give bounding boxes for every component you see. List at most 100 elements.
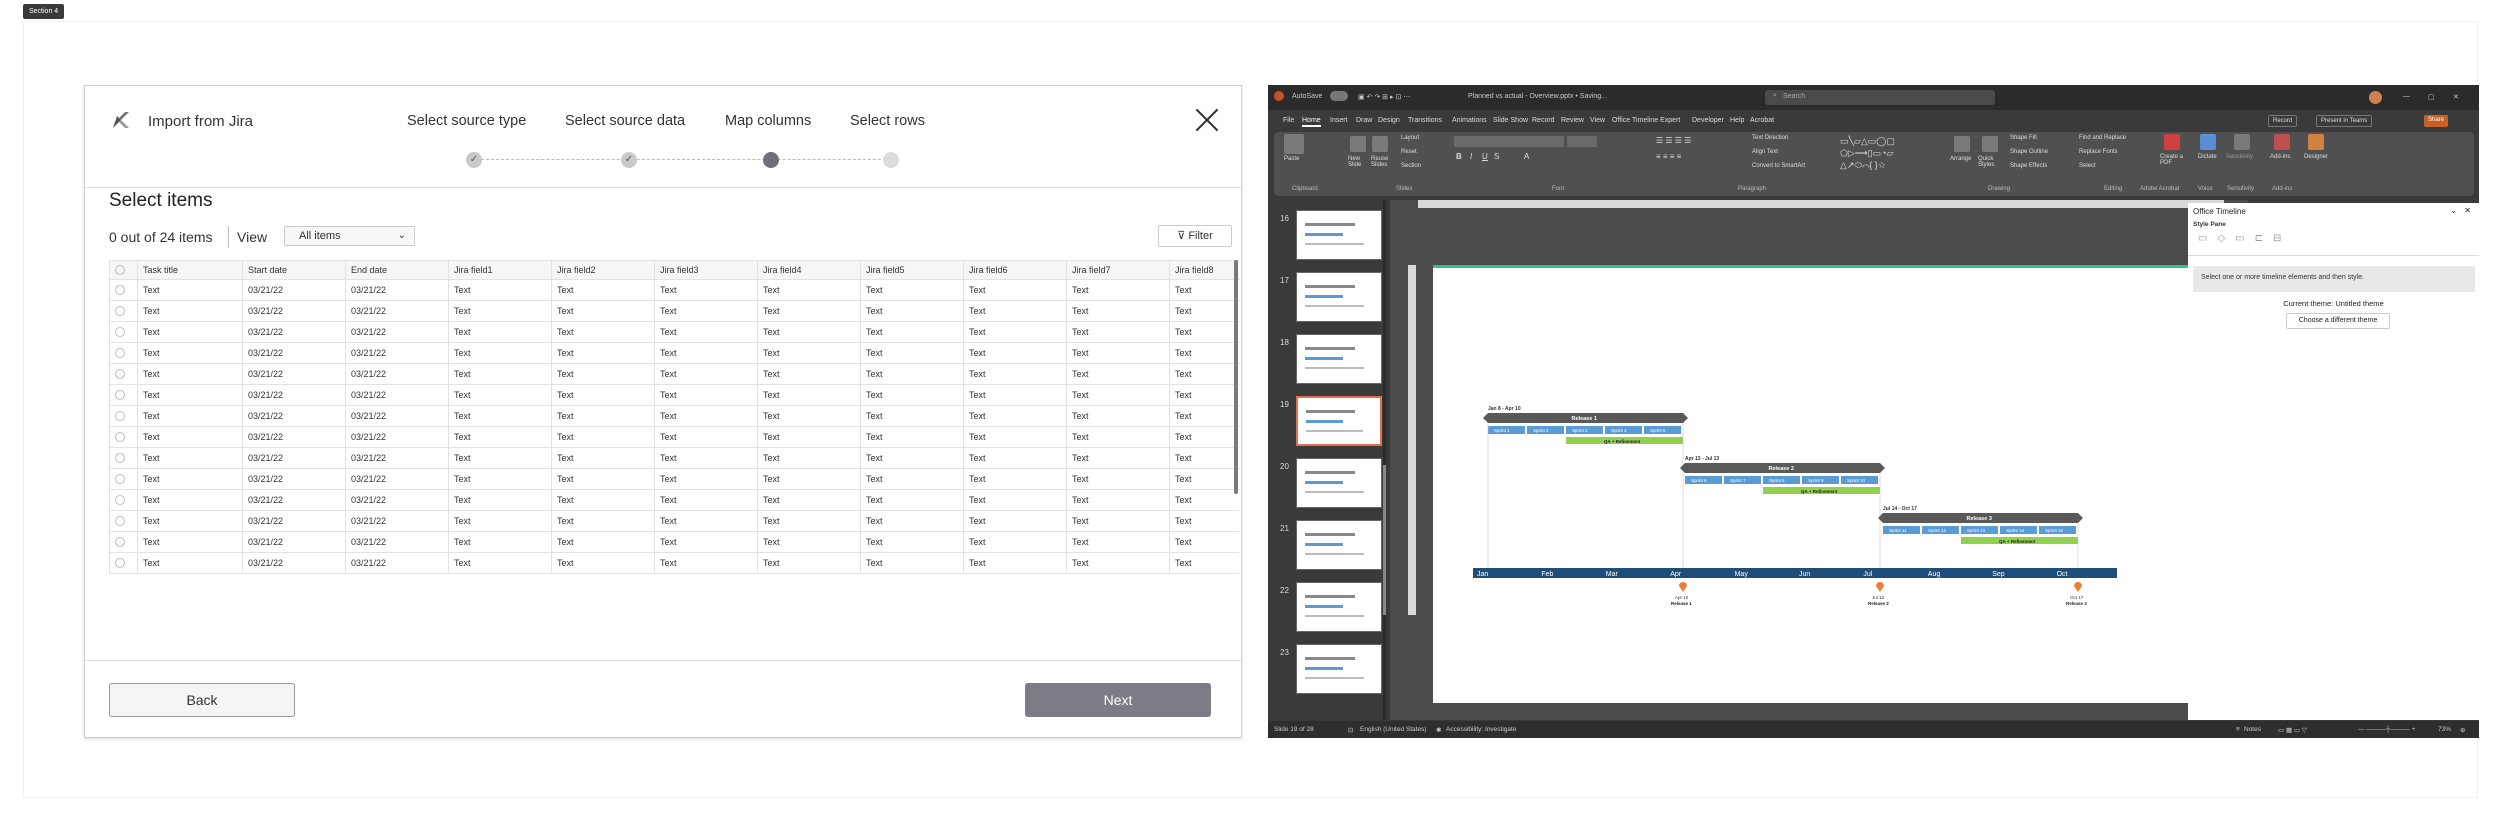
table-row[interactable]: Text 03/21/22 03/21/22 Text Text Text Text Text… xyxy=(109,300,1239,322)
microphone-icon[interactable] xyxy=(2200,134,2216,150)
new-slide-button[interactable]: New Slide xyxy=(1348,156,1368,168)
column-header[interactable]: Start date xyxy=(242,260,346,280)
table-row[interactable]: Text 03/21/22 03/21/22 Text Text Text Text Text… xyxy=(109,510,1239,532)
fit-slide-icon[interactable]: ⊕ xyxy=(2460,726,2465,734)
row-checkbox[interactable] xyxy=(109,342,138,364)
align-text-button[interactable]: Align Text xyxy=(1752,149,1778,155)
filter-button[interactable]: ⊽ Filter xyxy=(1158,225,1232,247)
addins-icon[interactable] xyxy=(2274,134,2290,150)
tab-design[interactable]: Design xyxy=(1378,117,1400,124)
slide-thumbnail[interactable] xyxy=(1296,644,1382,694)
choose-theme-button[interactable]: Choose a different theme xyxy=(2286,313,2390,329)
font-name-dropdown[interactable] xyxy=(1454,136,1564,147)
column-header[interactable]: Jira field1 xyxy=(448,260,552,280)
maximize-icon[interactable]: ▢ xyxy=(2428,93,2435,101)
sensitivity-button[interactable]: Sensitivity xyxy=(2226,154,2253,160)
table-row[interactable]: Text 03/21/22 03/21/22 Text Text Text Text Text… xyxy=(109,279,1239,301)
slide-thumbnail[interactable] xyxy=(1296,272,1382,322)
row-checkbox[interactable] xyxy=(109,447,138,469)
text-direction-button[interactable]: Text Direction xyxy=(1752,135,1788,141)
tab-transitions[interactable]: Transitions xyxy=(1408,117,1442,124)
table-row[interactable]: Text 03/21/22 03/21/22 Text Text Text Text Text… xyxy=(109,342,1239,364)
row-checkbox[interactable] xyxy=(109,489,138,511)
table-row[interactable]: Text 03/21/22 03/21/22 Text Text Text Text Text… xyxy=(109,426,1239,448)
convert-smartart-button[interactable]: Convert to SmartArt xyxy=(1752,163,1805,169)
replace-fonts-button[interactable]: Replace Fonts xyxy=(2079,149,2118,155)
row-checkbox[interactable] xyxy=(109,552,138,574)
tab-slide-show[interactable]: Slide Show xyxy=(1493,117,1528,124)
select-button[interactable]: Select xyxy=(2079,163,2096,169)
shapes-gallery-icon[interactable]: ▭╲▱△▭◯▢ ⬠▷⟶▯▭◔▱ △↗⬭⌒{ }☆ xyxy=(1840,135,1895,171)
find-replace-button[interactable]: Find and Replace xyxy=(2079,135,2126,141)
create-pdf-button[interactable]: Create a PDF xyxy=(2160,154,2186,166)
addins-button[interactable]: Add-ins xyxy=(2270,154,2290,160)
avatar[interactable] xyxy=(2369,91,2382,104)
tab-view[interactable]: View xyxy=(1590,117,1605,124)
font-size-dropdown[interactable] xyxy=(1567,136,1597,147)
table-row[interactable]: Text 03/21/22 03/21/22 Text Text Text Text Text… xyxy=(109,489,1239,511)
designer-button[interactable]: Designer xyxy=(2304,154,2328,160)
strikethrough-icon[interactable]: S xyxy=(1494,152,1499,161)
close-icon[interactable]: ✕ xyxy=(2464,206,2471,215)
table-row[interactable]: Text 03/21/22 03/21/22 Text Text Text Text Text… xyxy=(109,447,1239,469)
shape-effects-button[interactable]: Shape Effects xyxy=(2010,163,2047,169)
arrange-icon[interactable] xyxy=(1954,136,1970,152)
table-row[interactable]: Text 03/21/22 03/21/22 Text Text Text Text Text… xyxy=(109,468,1239,490)
column-header[interactable]: Jira field6 xyxy=(963,260,1067,280)
row-checkbox[interactable] xyxy=(109,279,138,301)
next-button[interactable]: Next xyxy=(1025,683,1211,717)
row-checkbox[interactable] xyxy=(109,510,138,532)
record-button[interactable]: Record xyxy=(2268,115,2298,127)
quick-styles-button[interactable]: Quick Styles xyxy=(1978,156,2002,168)
paste-button[interactable]: Paste xyxy=(1284,156,1299,162)
new-slide-icon[interactable] xyxy=(1350,136,1366,152)
tab-insert[interactable]: Insert xyxy=(1330,117,1348,124)
tab-animations[interactable]: Animations xyxy=(1452,117,1487,124)
reuse-slides-icon[interactable] xyxy=(1372,136,1388,152)
search-box[interactable]: Search xyxy=(1765,90,1995,105)
zoom-level[interactable]: 73% xyxy=(2438,726,2451,733)
column-header[interactable]: Jira field3 xyxy=(654,260,758,280)
layout-button[interactable]: Layout xyxy=(1401,135,1419,141)
minimize-icon[interactable]: — xyxy=(2403,93,2410,100)
table-row[interactable]: Text 03/21/22 03/21/22 Text Text Text Text Text… xyxy=(109,531,1239,553)
row-checkbox[interactable] xyxy=(109,531,138,553)
autosave-toggle[interactable] xyxy=(1330,91,1348,101)
share-button[interactable]: Share xyxy=(2424,115,2449,127)
close-button[interactable] xyxy=(1195,108,1219,132)
dictate-button[interactable]: Dictate xyxy=(2198,154,2217,160)
shape-outline-button[interactable]: Shape Outline xyxy=(2010,149,2048,155)
column-header[interactable]: End date xyxy=(345,260,449,280)
bullets-icon[interactable]: ☰ ☰ ☰ ☰ xyxy=(1656,136,1691,145)
row-checkbox[interactable] xyxy=(109,426,138,448)
tab-review[interactable]: Review xyxy=(1561,117,1584,124)
row-checkbox[interactable] xyxy=(109,321,138,343)
slide-thumbnail[interactable] xyxy=(1296,520,1382,570)
reuse-slides-button[interactable]: Reuse Slides xyxy=(1371,156,1391,168)
column-header[interactable]: Task title xyxy=(137,260,243,280)
table-row[interactable]: Text 03/21/22 03/21/22 Text Text Text Text Text… xyxy=(109,321,1239,343)
table-row[interactable]: Text 03/21/22 03/21/22 Text Text Text Text Text… xyxy=(109,384,1239,406)
section-button[interactable]: Section xyxy=(1401,163,1421,169)
row-checkbox[interactable] xyxy=(109,468,138,490)
tab-file[interactable]: File xyxy=(1283,117,1294,124)
slide-thumbnail[interactable] xyxy=(1296,582,1382,632)
column-header[interactable]: Jira field5 xyxy=(860,260,964,280)
file-name[interactable]: Planned vs actual - Overview.pptx • Savi… xyxy=(1468,93,1607,100)
table-scrollbar[interactable] xyxy=(1234,260,1238,494)
tab-help[interactable]: Help xyxy=(1730,117,1744,124)
chevron-down-icon[interactable]: ⌄ xyxy=(2450,206,2457,215)
slide[interactable]: Jan Feb Mar Apr May Jun Jul Aug Sep Oct Jan 8 - Ap… xyxy=(1433,265,2213,703)
row-checkbox[interactable] xyxy=(109,405,138,427)
table-row[interactable]: Text 03/21/22 03/21/22 Text Text Text Text Text… xyxy=(109,405,1239,427)
row-checkbox[interactable] xyxy=(109,300,138,322)
row-checkbox[interactable] xyxy=(109,363,138,385)
column-header[interactable]: Jira field7 xyxy=(1066,260,1170,280)
view-dropdown[interactable]: All items ⌄ xyxy=(284,226,415,246)
present-in-teams-button[interactable]: Present in Teams xyxy=(2316,115,2373,127)
column-header[interactable]: Jira field8 xyxy=(1169,260,1239,280)
column-header[interactable]: Jira field4 xyxy=(757,260,861,280)
close-window-icon[interactable]: ✕ xyxy=(2453,93,2459,101)
designer-icon[interactable] xyxy=(2308,134,2324,150)
column-header[interactable]: Jira field2 xyxy=(551,260,655,280)
